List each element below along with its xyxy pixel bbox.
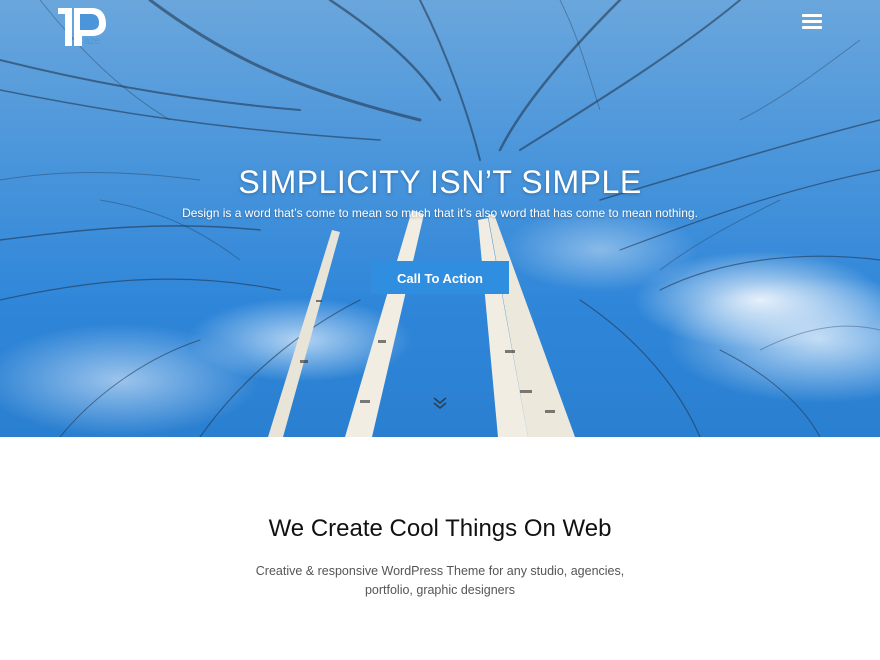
intro-line-1: Creative & responsive WordPress Theme fo…	[255, 564, 625, 578]
intro-description: Creative & responsive WordPress Theme fo…	[250, 562, 630, 600]
double-chevron-down-icon[interactable]	[433, 396, 447, 410]
call-to-action-button[interactable]: Call To Action	[371, 261, 509, 294]
intro-title: We Create Cool Things On Web	[268, 515, 612, 542]
svg-text:aze: aze	[84, 36, 101, 47]
paze-logo-icon: aze	[58, 8, 106, 47]
site-logo[interactable]: aze	[58, 6, 108, 48]
hero-subtitle: Design is a word that’s come to mean so …	[182, 206, 698, 220]
hero-section: aze SIMPLICITY ISN’T SIMPLE Design is a …	[0, 0, 880, 437]
hamburger-menu-icon[interactable]	[802, 14, 822, 32]
hero-title: SIMPLICITY ISN’T SIMPLE	[238, 164, 642, 200]
intro-line-2: portfolio, graphic designers	[364, 583, 516, 597]
